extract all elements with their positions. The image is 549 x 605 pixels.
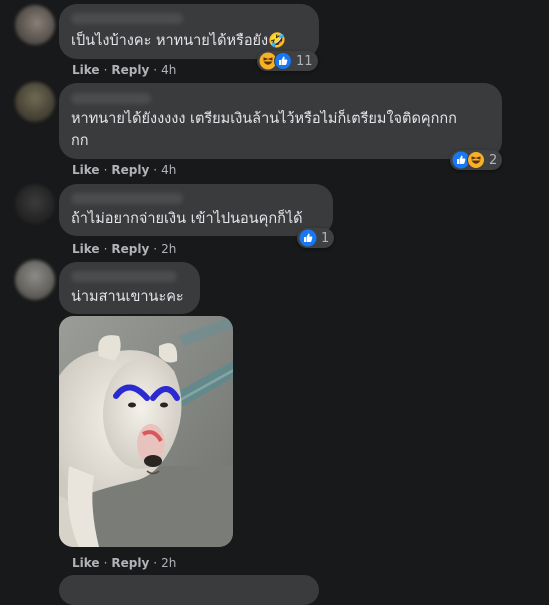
comment-actions: Like · Reply · 2h bbox=[72, 241, 176, 257]
timestamp[interactable]: 2h bbox=[161, 242, 176, 256]
timestamp[interactable]: 4h bbox=[161, 63, 176, 77]
like-icon bbox=[299, 229, 317, 247]
commenter-name[interactable] bbox=[71, 13, 183, 24]
separator-dot: · bbox=[103, 556, 108, 570]
comment-text: ถ้าไม่อยากจ่ายเงิน เข้าไปนอนคุกก็ได้ bbox=[71, 211, 303, 227]
reply-button[interactable]: Reply bbox=[111, 242, 149, 256]
comment-bubble: ถ้าไม่อยากจ่ายเงิน เข้าไปนอนคุกก็ได้ bbox=[59, 184, 333, 236]
comment-actions: Like · Reply · 2h bbox=[72, 555, 176, 571]
comment-bubble: หาทนายได้ยังงงงง เตรียมเงินล้านไว้หรือไม… bbox=[59, 83, 502, 159]
dog-photo-image bbox=[59, 316, 233, 547]
avatar[interactable] bbox=[15, 82, 55, 122]
avatar[interactable] bbox=[15, 184, 55, 224]
reaction-summary[interactable]: 1 bbox=[297, 228, 335, 248]
reaction-count: 11 bbox=[296, 53, 313, 69]
reaction-count: 2 bbox=[489, 152, 498, 168]
like-button[interactable]: Like bbox=[72, 242, 100, 256]
separator-dot: · bbox=[153, 556, 158, 570]
separator-dot: · bbox=[153, 163, 158, 177]
separator-dot: · bbox=[103, 163, 108, 177]
like-button[interactable]: Like bbox=[72, 556, 100, 570]
comment-actions: Like · Reply · 4h bbox=[72, 162, 176, 178]
comment-bubble: น่ามสานเขานะคะ bbox=[59, 262, 200, 314]
commenter-name[interactable] bbox=[71, 93, 151, 104]
timestamp[interactable]: 4h bbox=[161, 163, 176, 177]
reaction-count: 1 bbox=[321, 230, 330, 246]
haha-icon bbox=[467, 151, 485, 169]
separator-dot: · bbox=[103, 63, 108, 77]
comment-text: เป็นไงบ้างคะ หาทนายได้หรือยัง🤣 bbox=[71, 33, 287, 49]
separator-dot: · bbox=[153, 63, 158, 77]
comment-text: น่ามสานเขานะคะ bbox=[71, 289, 184, 305]
attached-photo[interactable] bbox=[59, 316, 233, 547]
separator-dot: · bbox=[103, 242, 108, 256]
reply-button[interactable]: Reply bbox=[111, 556, 149, 570]
timestamp[interactable]: 2h bbox=[161, 556, 176, 570]
comment-text-line-2: กก bbox=[71, 133, 89, 149]
reaction-summary[interactable]: 11 bbox=[257, 51, 318, 71]
reply-button[interactable]: Reply bbox=[111, 163, 149, 177]
avatar[interactable] bbox=[15, 5, 55, 45]
like-icon bbox=[274, 52, 292, 70]
like-button[interactable]: Like bbox=[72, 163, 100, 177]
commenter-name[interactable] bbox=[71, 271, 177, 282]
separator-dot: · bbox=[153, 242, 158, 256]
next-comment-bubble bbox=[59, 575, 319, 605]
reply-button[interactable]: Reply bbox=[111, 63, 149, 77]
commenter-name[interactable] bbox=[71, 193, 183, 204]
comment-actions: Like · Reply · 4h bbox=[72, 62, 176, 78]
reaction-summary[interactable]: 2 bbox=[450, 150, 503, 170]
avatar[interactable] bbox=[15, 260, 55, 300]
like-button[interactable]: Like bbox=[72, 63, 100, 77]
comment-text-line-1: หาทนายได้ยังงงงง เตรียมเงินล้านไว้หรือไม… bbox=[71, 111, 457, 127]
